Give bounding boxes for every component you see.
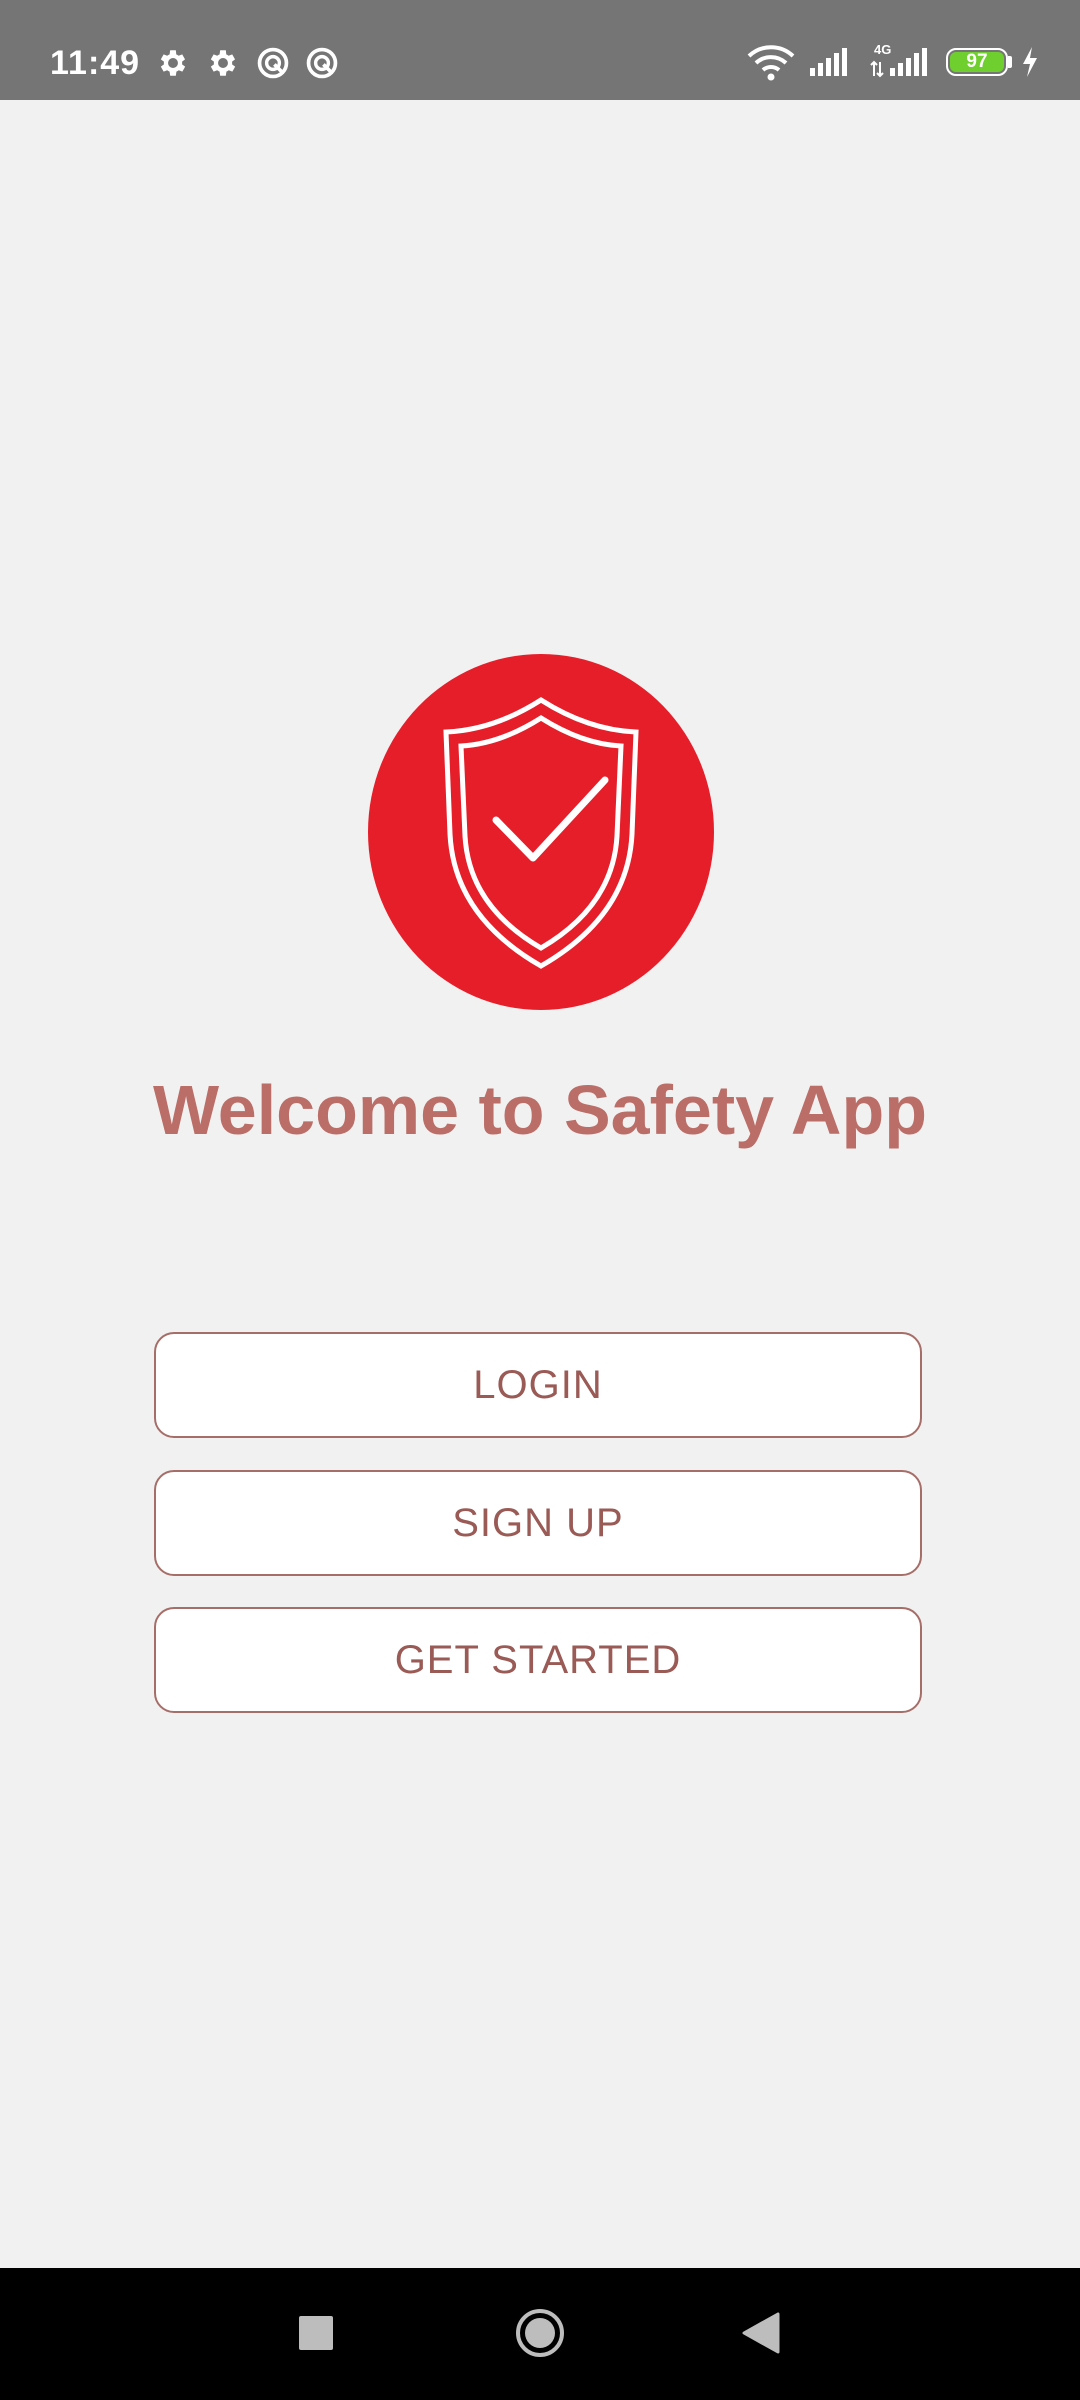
signal-icon <box>870 48 927 78</box>
home-icon[interactable] <box>515 2308 565 2358</box>
status-bar: 11:49 4G 97 <box>0 0 1080 100</box>
login-button[interactable]: LOGIN <box>154 1332 922 1438</box>
settings-icon <box>210 50 236 76</box>
signal-icon <box>810 48 847 76</box>
battery-tip <box>1008 56 1012 68</box>
sign-up-button[interactable]: SIGN UP <box>154 1470 922 1576</box>
settings-icon <box>160 50 186 76</box>
sync-icon <box>306 47 338 79</box>
recents-icon[interactable] <box>299 2316 333 2350</box>
sync-icon <box>257 47 289 79</box>
wifi-icon <box>747 45 795 81</box>
battery-indicator: 97 <box>946 48 1008 76</box>
navigation-bar <box>0 2268 1080 2400</box>
status-time: 11:49 <box>50 44 141 82</box>
back-icon[interactable] <box>740 2312 780 2354</box>
shield-check-icon <box>368 654 714 1010</box>
charging-icon <box>1023 47 1037 77</box>
battery-fill: 97 <box>950 52 1004 72</box>
welcome-title: Welcome to Safety App <box>152 1071 928 1149</box>
get-started-button[interactable]: GET STARTED <box>154 1607 922 1713</box>
